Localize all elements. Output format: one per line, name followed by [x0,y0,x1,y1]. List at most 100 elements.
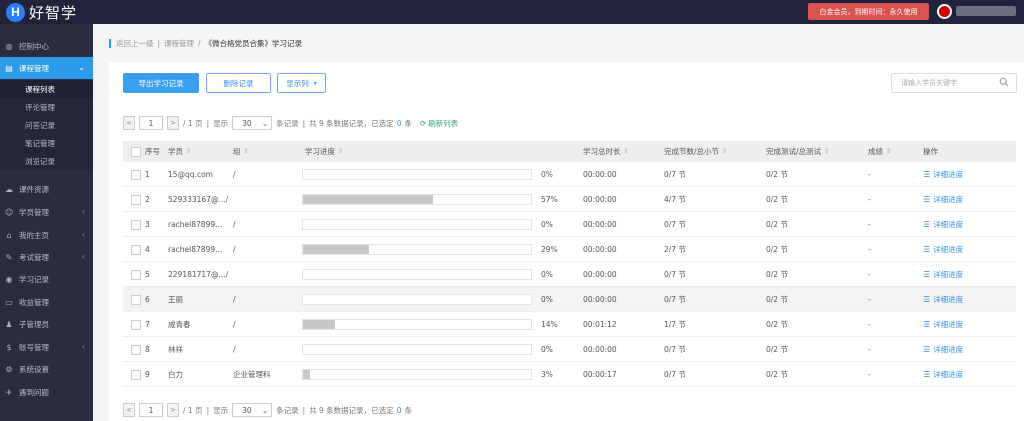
list-icon: ☰ [923,270,931,279]
row-checkbox-cell[interactable] [131,312,141,337]
row-checkbox-cell[interactable] [131,162,141,187]
row-checkbox-cell[interactable] [131,362,141,387]
column-header-label: 组 [233,147,241,156]
row-checkbox[interactable] [131,244,141,255]
detail-progress-link[interactable]: ☰ 详细进度 [923,362,963,387]
table-header: 序号 学员 ⇕ 组 ⇕ 学习进度 ⇕ 学习总时长 ⇕ 完成节数/总小节 ⇕ 完成测试/总测试 ⇕ 成绩 ⇕ 操… [123,141,1016,162]
prev-page-button[interactable]: < [123,403,135,417]
table-row[interactable]: 3 rachel87899... / 0% 00:00:00 0/7 节 0/2 节 - ☰ 详细… [123,212,1016,237]
sidebar-item[interactable]: ✎ 考试管理 ‹ [0,246,93,268]
table-row[interactable]: 1 15@qq.com / 0% 00:00:00 0/7 节 0/2 节 - ☰ 详细进度 [123,162,1016,187]
row-checkbox[interactable] [131,369,141,380]
progress-bar [302,344,532,355]
row-checkbox[interactable] [131,194,141,205]
column-header[interactable]: 完成测试/总测试 ⇕ [766,141,829,162]
delete-records-button[interactable]: 删除记录 [206,73,271,93]
back-link[interactable]: 返回上一级 [116,38,154,49]
submenu-item[interactable]: 浏览记录 [0,152,93,170]
page-size-select[interactable]: 30 ⌄ [232,403,273,417]
sidebar-item-label: 系统设置 [19,364,49,374]
sidebar-item[interactable]: ▭ 收益管理 [0,291,93,313]
table-row[interactable]: 2 529333167@.../ 57% 00:00:00 4/7 节 0/2 节 - ☰ 详细… [123,187,1016,212]
refresh-list-button[interactable]: ⟳ 刷新列表 [420,118,458,129]
column-header[interactable]: 完成节数/总小节 ⇕ [664,141,727,162]
next-page-button[interactable]: > [167,116,179,130]
column-header[interactable]: 学员 ⇕ [168,141,191,162]
detail-progress-link[interactable]: ☰ 详细进度 [923,337,963,362]
row-checkbox[interactable] [131,269,141,280]
next-page-button[interactable]: > [167,403,179,417]
sidebar-item[interactable]: ⌂ 我的主页 ‹ [0,224,93,246]
detail-progress-link[interactable]: ☰ 详细进度 [923,262,963,287]
home-icon: ⌂ [6,230,12,240]
table-row[interactable]: 8 林祥 / 0% 00:00:00 0/7 节 0/2 节 - ☰ 详细进度 [123,337,1016,362]
detail-progress-link[interactable]: ☰ 详细进度 [923,187,963,212]
sidebar-item[interactable]: ⚙ 系统设置 [0,358,93,380]
row-checkbox-cell[interactable] [131,237,141,262]
pager-sep: | [302,405,306,415]
row-checkbox[interactable] [131,169,141,180]
submenu-item[interactable]: 问答记录 [0,116,93,134]
sidebar-item[interactable]: ☺ 学员管理 ‹ [0,201,93,223]
sidebar-item[interactable]: ▤ 课程管理 ⌄ [0,57,93,79]
detail-progress-link[interactable]: ☰ 详细进度 [923,312,963,337]
prev-page-button[interactable]: < [123,116,135,130]
sort-icon: ⇕ [338,148,344,155]
row-checkbox[interactable] [131,294,141,305]
row-checkbox-cell[interactable] [131,262,141,287]
sidebar-item[interactable]: ◍ 控制中心 [0,35,93,57]
select-all-checkbox[interactable] [131,146,141,157]
logo[interactable]: H 好智学 [6,2,77,22]
table-row[interactable]: 4 rachel87899... / 29% 00:00:00 2/7 节 0/2 节 - ☰ 详… [123,237,1016,262]
submenu-item[interactable]: 课程列表 [0,80,93,98]
show-columns-button[interactable]: 显示列 ▾ [277,73,326,93]
detail-progress-link[interactable]: ☰ 详细进度 [923,162,963,187]
export-records-button[interactable]: 导出学习记录 [123,73,199,93]
vip-badge[interactable]: 白金会员，到期时间：永久使用 [808,3,929,20]
username[interactable]: ████████ [956,6,1016,16]
submenu-item[interactable]: 评论管理 [0,98,93,116]
row-checkbox-cell[interactable] [131,187,141,212]
column-header[interactable]: 学习总时长 ⇕ [583,141,629,162]
table-row[interactable]: 7 戚青春 / 14% 00:01:12 1/7 节 0/2 节 - ☰ 详细进度 [123,312,1016,337]
row-number: 5 [145,270,150,279]
sidebar-item[interactable]: ☁ 课件资源 [0,178,93,200]
avatar[interactable] [937,4,952,19]
sidebar-item-label: 收益管理 [19,297,49,307]
search-icon[interactable] [999,77,1009,87]
page-input[interactable]: 1 [139,116,163,130]
sidebar-item[interactable]: ✈ 遇到问题 [0,381,93,403]
row-checkbox[interactable] [131,219,141,230]
list-icon: ☰ [923,370,931,379]
table-row[interactable]: 5 229181717@.../ 0% 00:00:00 0/7 节 0/2 节 - ☰ 详细进… [123,262,1016,287]
detail-progress-link[interactable]: ☰ 详细进度 [923,287,963,312]
row-checkbox-cell[interactable] [131,287,141,312]
row-checkbox[interactable] [131,319,141,330]
detail-progress-link[interactable]: ☰ 详细进度 [923,212,963,237]
table-row[interactable]: 6 王丽 / 0% 00:00:00 0/7 节 0/2 节 - ☰ 详细进度 [123,287,1016,312]
breadcrumb-marker [109,39,111,48]
row-score: - [868,220,871,229]
row-sections: 0/7 节 [664,220,686,229]
row-checkbox[interactable] [131,344,141,355]
table-row[interactable]: 9 白力 企业管理科 3% 00:00:17 0/7 节 0/2 节 - ☰ 详细进度 [123,362,1016,387]
submenu-item[interactable]: 笔记管理 [0,134,93,152]
sidebar-item[interactable]: ♟ 子管理员 [0,313,93,335]
sidebar-item[interactable]: $ 账号管理 ‹ [0,336,93,358]
select-all-checkbox-cell[interactable] [131,141,141,162]
row-score: - [868,370,871,379]
column-header[interactable]: 组 ⇕ [233,141,249,162]
row-checkbox-cell[interactable] [131,212,141,237]
progress-bar-fill [303,195,433,204]
row-group: / [233,345,236,354]
page-size-select[interactable]: 30 ⌄ [232,116,273,130]
detail-progress-link[interactable]: ☰ 详细进度 [923,237,963,262]
row-checkbox-cell[interactable] [131,337,141,362]
sidebar-item[interactable]: ◉ 学习记录 [0,268,93,290]
pager-sep: | [302,118,306,128]
page-input[interactable]: 1 [139,403,163,417]
column-header[interactable]: 学习进度 ⇕ [305,141,343,162]
sidebar-item-label: 考试管理 [19,252,49,262]
breadcrumb-parent[interactable]: 课程管理 [164,38,194,49]
column-header[interactable]: 成绩 ⇕ [868,141,891,162]
